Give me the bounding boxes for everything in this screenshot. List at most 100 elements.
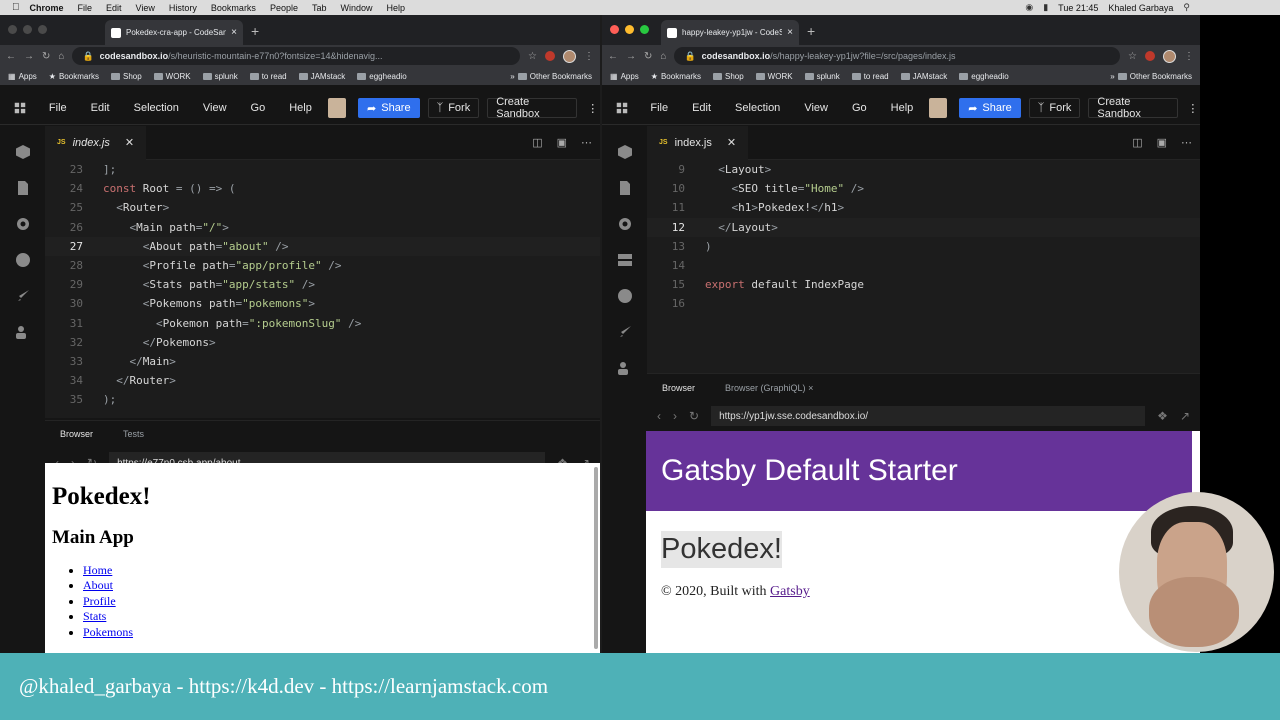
preview-icon[interactable]: ▣ <box>1157 136 1167 149</box>
profile-avatar[interactable] <box>563 49 576 63</box>
link-about[interactable]: About <box>83 578 113 592</box>
code-line[interactable]: 24 const Root = () => ( <box>45 179 600 198</box>
profile-avatar[interactable] <box>1163 49 1176 63</box>
share-button[interactable]: ➦ Share <box>959 98 1021 118</box>
gatsby-link[interactable]: Gatsby <box>770 584 810 599</box>
apple-icon[interactable]:  <box>12 2 20 13</box>
file-icon[interactable] <box>15 180 31 196</box>
code-line[interactable]: 23]; <box>45 160 600 179</box>
code-line[interactable]: 9 <Layout> <box>647 160 1200 179</box>
preview-forward-icon[interactable]: › <box>673 409 677 423</box>
reload-icon[interactable]: ↻ <box>42 51 50 62</box>
editor-tab-index-js[interactable]: JS index.js ✕ <box>45 125 147 160</box>
cs-menu-edit[interactable]: Edit <box>692 102 711 114</box>
codesandbox-logo-icon[interactable] <box>0 101 41 115</box>
bookmark-jamstack[interactable]: JAMstack <box>298 72 345 81</box>
chrome-menu-icon[interactable]: ⋮ <box>1184 51 1194 62</box>
menubar-item-window[interactable]: Window <box>340 3 372 13</box>
code-line[interactable]: 29 <Stats path="app/stats" /> <box>45 275 600 294</box>
users-icon[interactable] <box>15 324 31 340</box>
preview-reload-icon[interactable]: ↻ <box>689 409 699 423</box>
preview-url-field[interactable]: https://yp1jw.sse.codesandbox.io/ <box>711 406 1146 426</box>
fork-button[interactable]: ᛉ Fork <box>427 98 480 118</box>
open-devtools-icon[interactable]: ❖ <box>1157 409 1168 423</box>
editor-tab-index-js[interactable]: JS index.js ✕ <box>647 125 749 160</box>
menubar-item-help[interactable]: Help <box>387 3 406 13</box>
github-icon[interactable] <box>617 288 633 304</box>
bookmark-star-icon[interactable]: ☆ <box>1128 51 1137 62</box>
code-line[interactable]: 33 </Main> <box>45 352 600 371</box>
minimize-window-icon[interactable] <box>23 25 32 34</box>
close-tab-icon[interactable]: × <box>231 27 237 38</box>
gatsby-site-header[interactable]: Gatsby Default Starter <box>646 431 1192 511</box>
cs-menu-file[interactable]: File <box>650 102 668 114</box>
close-panel-tab-icon[interactable]: × <box>808 383 813 393</box>
home-icon[interactable]: ⌂ <box>660 51 666 62</box>
code-line[interactable]: 34 </Router> <box>45 371 600 390</box>
home-icon[interactable]: ⌂ <box>58 51 64 62</box>
menubar-item-history[interactable]: History <box>169 3 197 13</box>
code-line[interactable]: 12 </Layout> <box>647 217 1200 237</box>
bookmark-work[interactable]: WORK <box>153 72 191 81</box>
bookmark-to-read[interactable]: to read <box>851 72 889 81</box>
code-line[interactable]: 14 <box>647 256 1200 275</box>
bookmark-splunk[interactable]: splunk <box>202 72 238 81</box>
zoom-window-icon[interactable] <box>38 25 47 34</box>
codesandbox-logo-icon[interactable] <box>602 101 642 115</box>
code-line[interactable]: 16 <box>647 294 1200 313</box>
left-url-field[interactable]: 🔒 codesandbox.io/s/heuristic-mountain-e7… <box>72 47 521 65</box>
extension-icon[interactable] <box>1145 51 1155 61</box>
back-icon[interactable]: ← <box>608 51 618 62</box>
close-tab-icon[interactable]: ✕ <box>727 136 736 149</box>
cs-menu-help[interactable]: Help <box>891 102 914 114</box>
create-sandbox-button[interactable]: Create Sandbox <box>1088 96 1178 120</box>
link-pokemons[interactable]: Pokemons <box>83 625 133 639</box>
menubar-item-bookmarks[interactable]: Bookmarks <box>211 3 256 13</box>
code-line[interactable]: 10 <SEO title="Home" /> <box>647 179 1200 198</box>
split-editor-icon[interactable]: ◫ <box>532 136 542 149</box>
forward-icon[interactable]: → <box>24 51 34 62</box>
close-window-icon[interactable] <box>610 25 619 34</box>
link-home[interactable]: Home <box>83 563 112 577</box>
panel-tab-tests[interactable]: Tests <box>123 429 144 439</box>
code-line[interactable]: 25 <Router> <box>45 198 600 217</box>
bookmark-work[interactable]: WORK <box>755 72 793 81</box>
bookmark-to-read[interactable]: to read <box>249 72 287 81</box>
left-code-editor[interactable]: 23]; 24 const Root = () => (25 <Router> 26 … <box>45 160 600 418</box>
code-line[interactable]: 13) <box>647 237 1200 256</box>
menubar-item-file[interactable]: File <box>78 3 93 13</box>
open-new-window-icon[interactable]: ↗ <box>1180 409 1190 423</box>
battery-icon[interactable]: ▮ <box>1043 2 1048 13</box>
right-browser-tab[interactable]: happy-leakey-yp1jw - CodeSa × <box>661 20 799 45</box>
link-stats[interactable]: Stats <box>83 609 106 623</box>
bookmark-bookmarks[interactable]: ★ Bookmarks <box>49 72 99 81</box>
code-line[interactable]: 26 <Main path="/"> <box>45 218 600 237</box>
cube-icon[interactable] <box>617 144 633 160</box>
gear-icon[interactable] <box>617 216 633 232</box>
fork-button[interactable]: ᛉ Fork <box>1028 98 1081 118</box>
preview-back-icon[interactable]: ‹ <box>657 409 661 423</box>
users-icon[interactable] <box>617 360 633 376</box>
cs-menu-view[interactable]: View <box>804 102 828 114</box>
cs-menu-selection[interactable]: Selection <box>134 102 179 114</box>
menubar-item-edit[interactable]: Edit <box>106 3 122 13</box>
bookmark-splunk[interactable]: splunk <box>804 72 840 81</box>
wifi-icon[interactable]: ◉ <box>1025 2 1033 13</box>
bookmark-shop[interactable]: Shop <box>110 72 142 81</box>
menubar-item-tab[interactable]: Tab <box>312 3 327 13</box>
more-actions-icon[interactable]: ⋯ <box>581 136 592 149</box>
cs-menu-edit[interactable]: Edit <box>91 102 110 114</box>
preview-scrollbar[interactable] <box>594 467 598 649</box>
cube-icon[interactable] <box>15 144 31 160</box>
extension-icon[interactable] <box>545 51 555 61</box>
bookmark-apps[interactable]: ▦ Apps <box>8 72 37 81</box>
server-icon[interactable] <box>617 252 633 268</box>
rocket-icon[interactable] <box>617 324 633 340</box>
panel-tab-browser[interactable]: Browser <box>662 383 695 393</box>
panel-tab-browser[interactable]: Browser <box>60 429 93 439</box>
bookmark-shop[interactable]: Shop <box>712 72 744 81</box>
cs-menu-go[interactable]: Go <box>852 102 867 114</box>
panel-tab-graphiql[interactable]: Browser (GraphiQL) × <box>725 383 813 393</box>
bookmark-apps[interactable]: ▦ Apps <box>610 72 639 81</box>
new-tab-icon[interactable]: + <box>807 23 815 39</box>
